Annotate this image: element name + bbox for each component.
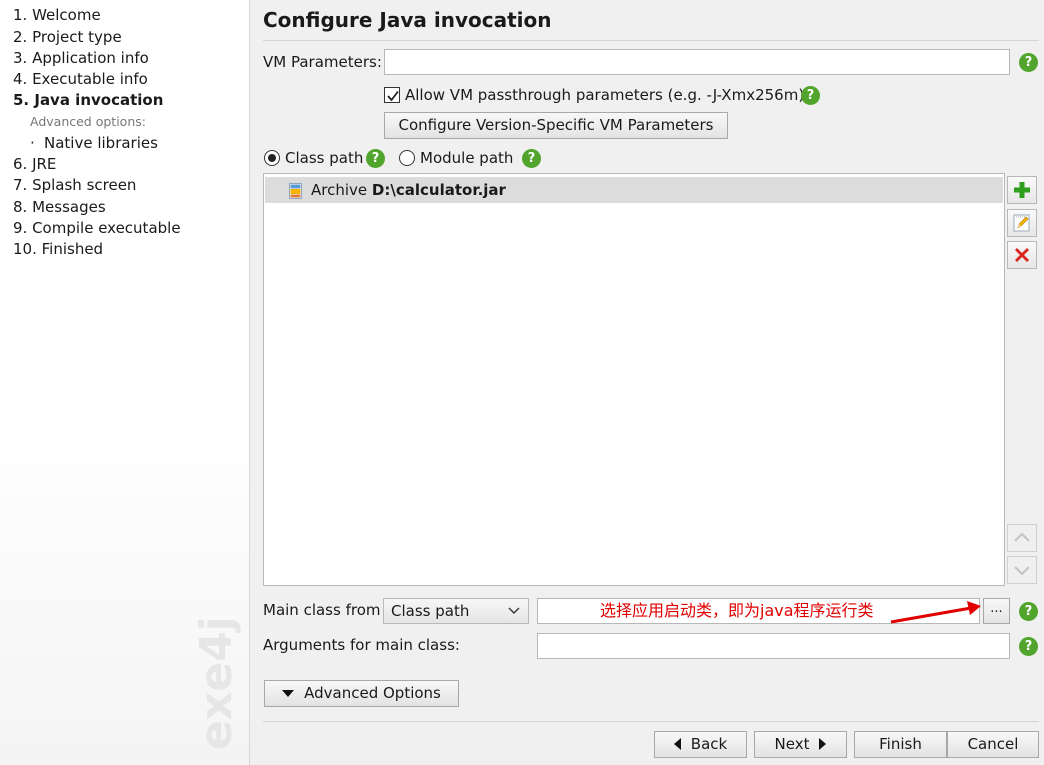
move-down-button[interactable] (1007, 556, 1037, 584)
chevron-down-icon (1014, 566, 1030, 576)
main-class-from-select[interactable]: Class path (383, 598, 529, 624)
question-circle-icon[interactable]: ? (366, 149, 385, 168)
question-circle-icon[interactable]: ? (1019, 53, 1038, 72)
class-path-radio-label: Class path (285, 149, 364, 167)
triangle-right-icon (819, 738, 827, 750)
footer-divider (263, 721, 1039, 722)
title-divider (263, 40, 1039, 41)
advanced-options-label: Advanced Options (304, 684, 441, 702)
exe4j-watermark-logo: exe4j (185, 610, 245, 760)
move-up-button[interactable] (1007, 524, 1037, 552)
bullet-icon: · (30, 134, 35, 152)
arguments-label: Arguments for main class: (263, 636, 460, 654)
step-executable-info[interactable]: 4. Executable info (13, 70, 148, 88)
back-button[interactable]: Back (654, 731, 747, 758)
next-label: Next (774, 735, 810, 753)
wizard-sidebar: 1. Welcome 2. Project type 3. Applicatio… (0, 0, 250, 765)
main-panel: Configure Java invocation VM Parameters:… (250, 0, 1044, 765)
classpath-entry-type: Archive (311, 181, 368, 199)
brand-text: exe4j (191, 616, 242, 750)
x-icon (1015, 248, 1029, 262)
main-class-from-label: Main class from (263, 601, 381, 619)
step-application-info[interactable]: 3. Application info (13, 49, 149, 67)
step-jre[interactable]: 6. JRE (13, 155, 56, 173)
advanced-options-heading: Advanced options: (30, 114, 146, 129)
classpath-entry-path: D:\calculator.jar (371, 181, 506, 199)
step-native-libraries-label: Native libraries (44, 134, 158, 152)
triangle-left-icon (673, 738, 681, 750)
vm-parameters-input[interactable] (384, 49, 1010, 75)
cancel-button[interactable]: Cancel (947, 731, 1039, 758)
back-label: Back (690, 735, 728, 753)
step-native-libraries[interactable]: · Native libraries (30, 134, 158, 152)
pencil-icon (1013, 214, 1030, 232)
classpath-list[interactable]: Archive D:\calculator.jar (263, 173, 1005, 586)
question-circle-icon[interactable]: ? (801, 86, 820, 105)
advanced-options-button[interactable]: Advanced Options (264, 680, 459, 707)
class-path-radio[interactable] (264, 150, 280, 166)
jar-archive-icon (289, 183, 302, 199)
question-circle-icon[interactable]: ? (522, 149, 541, 168)
annotation-arrow-icon (890, 601, 981, 624)
allow-passthrough-label: Allow VM passthrough parameters (e.g. -J… (405, 86, 805, 104)
allow-passthrough-checkbox[interactable] (384, 87, 400, 103)
step-compile-executable[interactable]: 9. Compile executable (13, 219, 181, 237)
arguments-input[interactable] (537, 633, 1010, 659)
checkmark-icon (387, 90, 399, 102)
question-circle-icon[interactable]: ? (1019, 637, 1038, 656)
main-class-from-value: Class path (391, 602, 470, 620)
chevron-down-icon (508, 607, 520, 614)
vm-parameters-label: VM Parameters: (263, 53, 382, 71)
add-entry-button[interactable] (1007, 176, 1037, 204)
delete-entry-button[interactable] (1007, 241, 1037, 269)
step-finished[interactable]: 10. Finished (13, 240, 103, 258)
step-java-invocation[interactable]: 5. Java invocation (13, 91, 163, 109)
chevron-up-icon (1014, 532, 1030, 542)
edit-entry-button[interactable] (1007, 209, 1037, 237)
step-splash-screen[interactable]: 7. Splash screen (13, 176, 136, 194)
next-button[interactable]: Next (754, 731, 847, 758)
plus-icon (1014, 182, 1030, 198)
step-project-type[interactable]: 2. Project type (13, 28, 122, 46)
list-item[interactable]: Archive D:\calculator.jar (265, 177, 1003, 203)
module-path-radio-label: Module path (420, 149, 514, 167)
step-welcome[interactable]: 1. Welcome (13, 6, 101, 24)
page-title: Configure Java invocation (263, 8, 552, 32)
step-messages[interactable]: 8. Messages (13, 198, 106, 216)
configure-version-specific-vm-button[interactable]: Configure Version-Specific VM Parameters (384, 112, 728, 139)
question-circle-icon[interactable]: ? (1019, 602, 1038, 621)
module-path-radio[interactable] (399, 150, 415, 166)
browse-main-class-button[interactable]: ... (983, 598, 1010, 624)
radio-selected-dot (268, 154, 276, 162)
classpath-entry-text: Archive D:\calculator.jar (311, 181, 506, 199)
finish-button[interactable]: Finish (854, 731, 947, 758)
triangle-down-icon (282, 690, 295, 697)
